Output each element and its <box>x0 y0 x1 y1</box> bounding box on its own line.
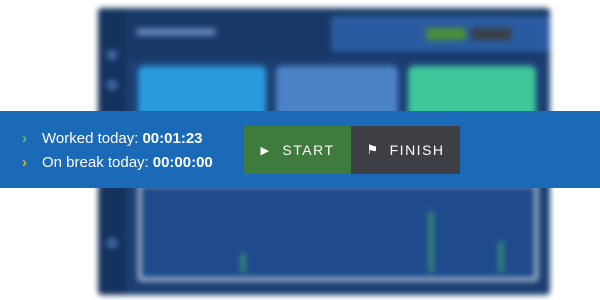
background-chart-bar <box>499 242 503 272</box>
flag-icon: ⚑ <box>366 142 380 157</box>
chevron-right-icon: › <box>22 129 27 147</box>
chevron-right-icon: › <box>22 153 27 171</box>
break-today-value: 00:00:00 <box>152 153 213 171</box>
finish-button-label: FINISH <box>389 142 445 158</box>
background-chart-bar <box>241 254 245 272</box>
background-chart-bar <box>429 212 433 272</box>
worked-today-row: › Worked today: 00:01:23 <box>22 128 203 148</box>
background-sidebar-icon <box>107 50 117 60</box>
background-chart <box>138 183 538 281</box>
background-sidebar-icon <box>107 80 117 90</box>
background-topbar <box>126 8 550 58</box>
background-sidebar-icon <box>107 238 117 248</box>
background-topbar-title <box>136 28 216 36</box>
background-start-button <box>426 28 466 40</box>
time-tracker-bar: › Worked today: 00:01:23 › On break toda… <box>0 111 600 188</box>
break-today-row: › On break today: 00:00:00 <box>22 152 213 172</box>
worked-today-value: 00:01:23 <box>142 129 203 147</box>
start-button-label: START <box>282 142 335 158</box>
finish-button[interactable]: ⚑ FINISH <box>351 126 460 174</box>
play-icon: ▶ <box>260 144 271 157</box>
worked-today-label: Worked today: <box>42 129 139 147</box>
background-finish-button <box>471 28 511 40</box>
start-button[interactable]: ▶ START <box>244 126 351 174</box>
break-today-label: On break today: <box>42 153 149 171</box>
